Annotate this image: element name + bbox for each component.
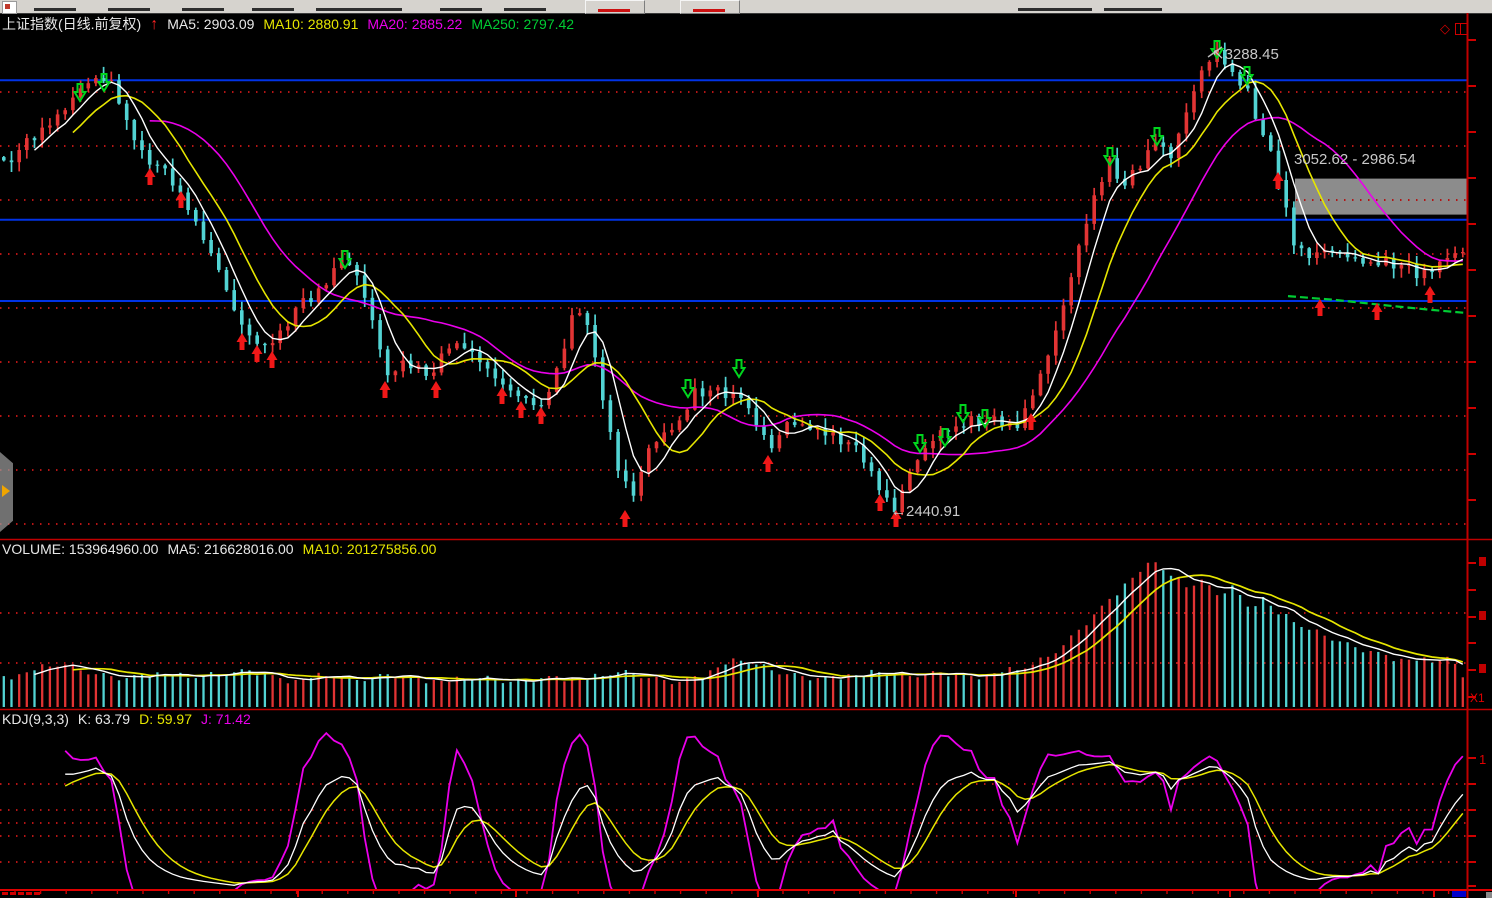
candlestick-canvas[interactable]: [0, 13, 1467, 540]
menu-item-stub[interactable]: [34, 8, 76, 11]
menu-item-stub[interactable]: [108, 8, 150, 11]
menu-item-stub[interactable]: [440, 8, 482, 11]
kdj-pane[interactable]: KDJ(9,3,3)K: 63.79D: 59.97J: 71.42: [0, 710, 1467, 890]
diamond-icon[interactable]: ◇: [1440, 21, 1450, 37]
kdj-axis-label: 1: [1479, 752, 1486, 767]
main-chart-pane[interactable]: 上证指数(日线.前复权)↑MA5: 2903.09MA10: 2880.91MA…: [0, 13, 1467, 540]
pane-corner-icons[interactable]: ◇: [1440, 21, 1468, 37]
menubar: [0, 0, 1492, 14]
menu-button-stub[interactable]: [680, 0, 740, 14]
app-window: 上证指数(日线.前复权)↑MA5: 2903.09MA10: 2880.91MA…: [0, 0, 1492, 898]
menu-item-stub[interactable]: [1104, 8, 1162, 11]
kdj-canvas[interactable]: [0, 710, 1467, 890]
split-window-icon[interactable]: [1455, 23, 1468, 35]
menu-button-stub[interactable]: [585, 0, 645, 14]
expand-arrow-icon: [2, 485, 10, 497]
menu-item-stub[interactable]: [316, 8, 402, 11]
menu-item-stub[interactable]: [182, 8, 224, 11]
volume-canvas[interactable]: [0, 540, 1467, 710]
sidebar-expand-handle[interactable]: [0, 452, 13, 532]
menu-item-stub[interactable]: [252, 8, 294, 11]
volume-scale-label: X1: [1470, 691, 1485, 705]
menu-item-stub[interactable]: [504, 8, 546, 11]
menu-item-stub[interactable]: [1018, 8, 1092, 11]
volume-pane[interactable]: VOLUME: 153964960.00MA5: 216628016.00MA1…: [0, 540, 1467, 710]
